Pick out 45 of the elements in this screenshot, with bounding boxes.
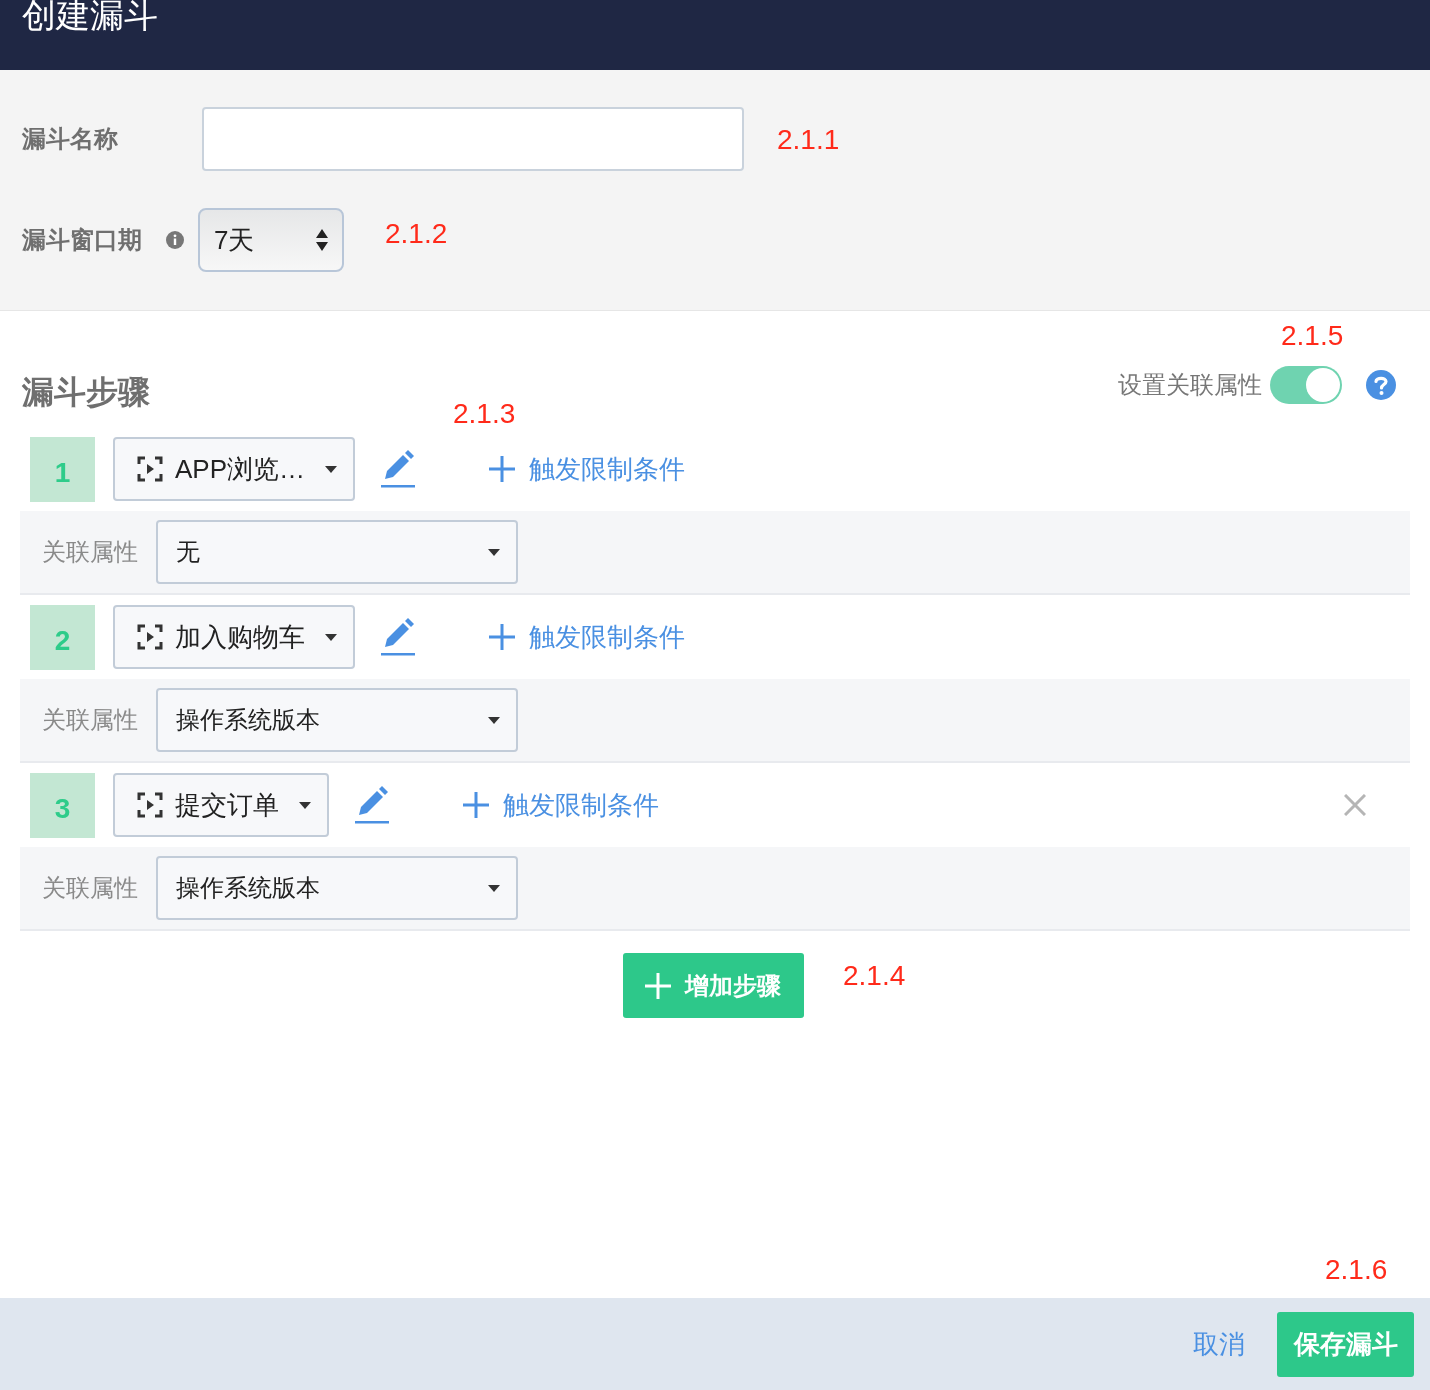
plus-icon (645, 972, 671, 999)
edit-icon[interactable] (379, 449, 418, 489)
toggle-switch[interactable] (1270, 366, 1342, 404)
event-dropdown[interactable]: 提交订单 (113, 773, 329, 837)
step-number: 1 (30, 436, 95, 502)
caret-icon (488, 884, 500, 892)
attribute-dropdown[interactable]: 无 (156, 520, 518, 584)
attribute-dropdown[interactable]: 操作系统版本 (156, 856, 518, 920)
info-icon (166, 231, 184, 249)
annotation-label: 2.1.1 (777, 126, 840, 154)
annotation-label: 2.1.5 (1281, 322, 1344, 350)
field-label: 漏斗窗口期 (22, 225, 142, 255)
event-icon (137, 456, 163, 482)
annotation-label: 2.1.6 (1325, 1256, 1388, 1284)
toggle-label: 设置关联属性 (1118, 370, 1262, 400)
caret-icon (488, 548, 500, 556)
annotation-label: 2.1.4 (843, 962, 906, 990)
caret-icon (325, 633, 337, 641)
annotation-label: 2.1.2 (385, 220, 448, 248)
attribute-label: 关联属性 (42, 537, 138, 567)
attribute-dropdown[interactable]: 操作系统版本 (156, 688, 518, 752)
plus-icon (489, 456, 516, 482)
plus-icon (463, 792, 489, 818)
caret-icon (299, 801, 311, 809)
attribute-label: 关联属性 (42, 705, 138, 735)
caret-icon (488, 716, 500, 724)
caret-icon (325, 465, 338, 473)
event-dropdown[interactable]: 加入购物车 (113, 605, 355, 669)
close-icon[interactable] (1344, 794, 1366, 816)
field-label: 漏斗名称 (22, 124, 119, 154)
event-icon (137, 792, 163, 818)
attribute-label: 关联属性 (42, 873, 138, 903)
plus-icon (489, 624, 515, 650)
step-number: 3 (30, 772, 95, 838)
event-dropdown[interactable]: APP浏览… (113, 437, 356, 501)
event-icon (137, 624, 163, 650)
step-number: 2 (30, 604, 95, 670)
annotation-label: 2.1.3 (453, 400, 516, 428)
help-icon[interactable] (1366, 370, 1396, 400)
section-title: 漏斗步骤 (22, 376, 150, 408)
period-select[interactable]: 7天 (198, 208, 344, 272)
sort-arrows-icon (316, 229, 328, 251)
edit-icon[interactable] (379, 617, 417, 657)
edit-icon[interactable] (353, 785, 391, 825)
name-input[interactable] (202, 107, 744, 171)
